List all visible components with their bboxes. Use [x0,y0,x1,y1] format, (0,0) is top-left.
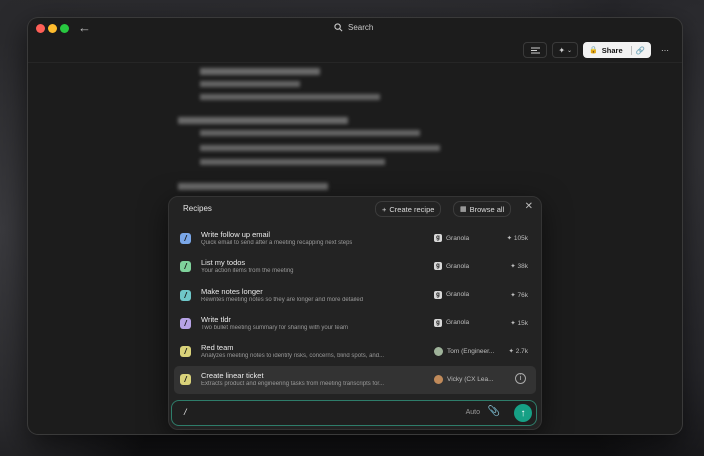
count-value: 76k [517,291,528,299]
recipe-title: Write follow up email [201,230,271,239]
recipe-usage-count: ✦ 105k [506,235,528,242]
grid-icon: ▦ [460,206,467,213]
granola-logo-icon: g [434,290,442,299]
blurred-note-line [200,145,440,151]
slash-command-icon: / [180,289,191,301]
toolbar: ✦ ⌄ 🔒 Share 🔗 ⋯ [523,42,674,58]
link-icon: 🔗 [630,45,645,55]
recipe-item[interactable]: / Red team Analyzes meeting notes to ide… [174,338,536,366]
recipe-owner: g Granola [434,262,470,271]
owner-name: Granola [446,291,470,299]
recipe-description: Your action items from the meeting [201,268,294,275]
count-value: 15k [517,319,528,327]
align-text-icon [530,47,540,53]
recipe-description: Quick email to send after a meeting reca… [201,240,353,246]
recipe-owner: g Granola [434,290,470,299]
recipe-usage-count: ✦ 2.7k [508,348,528,356]
blurred-note-line [178,183,328,190]
recipe-usage-count: ✦ 76k [510,291,528,299]
recipe-description: Two bullet meeting summary for sharing w… [201,324,349,331]
close-icon[interactable]: ✕ [525,201,533,212]
recipe-owner: Vicky (CX Lea... [434,375,494,385]
recipe-owner: Tom (Engineer... [434,347,495,357]
count-value: 38k [517,263,528,271]
model-selector[interactable]: Auto [466,409,480,416]
toolbar-divider [28,62,682,63]
arrow-up-icon: ↑ [520,407,526,419]
app-window: ← Search ✦ ⌄ 🔒 Share 🔗 ⋯ Recipes + Creat… [28,18,682,434]
owner-name: Granola [446,234,470,242]
recipe-item[interactable]: / Write tldr Two bullet meeting summary … [174,310,536,338]
recipe-list: / Write follow up email Quick email to s… [174,225,536,395]
create-recipe-label: Create recipe [389,204,435,214]
recipe-title: List my todos [201,258,246,268]
slash-command-icon: / [180,317,191,329]
close-window-button[interactable] [36,24,45,33]
minimize-window-button[interactable] [48,24,57,33]
recipe-item-selected[interactable]: / Create linear ticket Extracts product … [174,366,536,395]
search-icon [334,23,343,32]
search-box[interactable]: Search [334,23,373,32]
slash-command-icon: / [180,233,191,244]
recipe-usage-count: ✦ 15k [510,319,528,327]
recipe-usage-count: ✦ 38k [510,263,528,271]
granola-logo-icon: g [434,262,442,271]
blurred-note-line [200,130,420,136]
share-label: Share [601,45,623,55]
blurred-note-line [200,81,300,87]
recipes-panel: Recipes + Create recipe ▦ Browse all ✕ /… [168,196,542,430]
recipe-description: Extracts product and engineering tasks f… [201,381,385,388]
count-value: 2.7k [515,348,528,356]
count-value: 105k [513,235,528,242]
create-recipe-button[interactable]: + Create recipe [375,201,442,217]
plus-icon: + [382,204,387,214]
owner-name: Vicky (CX Lea... [447,376,494,384]
recipe-description: Analyzes meeting notes to identify risks… [201,353,385,360]
composer-text: / [184,407,187,417]
slash-command-icon: / [180,261,191,273]
browse-all-button[interactable]: ▦ Browse all [453,201,512,217]
recipe-title: Make notes longer [201,286,263,296]
owner-name: Tom (Engineer... [447,348,495,356]
recipe-item[interactable]: / Make notes longer Rewrites meeting not… [174,282,536,310]
owner-name: Granola [446,319,470,327]
more-options-button[interactable]: ⋯ [656,43,674,57]
recipe-title: Create linear ticket [201,371,264,381]
sparkle-icon: ✦ [558,45,566,55]
ai-sparkle-button[interactable]: ✦ ⌄ [552,42,579,58]
slash-command-icon: / [180,346,191,358]
info-icon[interactable]: i [515,373,526,385]
recipe-description: Rewrites meeting notes so they are longe… [201,296,364,303]
zoom-window-button[interactable] [60,24,69,33]
align-text-button[interactable] [523,42,548,58]
slash-command-icon: / [180,374,191,386]
granola-logo-icon: g [434,318,442,327]
recipe-title: Red team [201,343,234,353]
recipe-item[interactable]: / Write follow up email Quick email to s… [174,225,536,253]
recipe-owner: g Granola [434,318,470,327]
browse-all-label: Browse all [469,204,505,214]
arrow-left-icon[interactable]: ← [78,20,91,35]
lock-icon: 🔒 [589,47,598,54]
granola-logo-icon: g [434,234,442,242]
chevron-down-icon: ⌄ [567,47,573,54]
blurred-note-line [200,68,320,75]
share-button[interactable]: 🔒 Share 🔗 [583,42,651,58]
blurred-note-line [200,159,385,165]
more-icon: ⋯ [661,45,669,55]
composer-input[interactable]: / Auto 📎 ↑ [171,400,537,426]
blurred-note-line [178,117,348,124]
recipe-title: Write tldr [201,314,231,324]
recipe-owner: g Granola [434,234,469,242]
titlebar: ← Search [28,18,682,40]
avatar [434,375,443,385]
search-label: Search [348,23,374,32]
recipe-item[interactable]: / List my todos Your action items from t… [174,253,536,281]
avatar [434,347,443,357]
owner-name: Granola [446,262,470,270]
blurred-note-line [200,94,380,100]
recipes-title: Recipes [183,204,212,213]
paperclip-icon[interactable]: 📎 [488,406,500,417]
send-button[interactable]: ↑ [514,404,532,422]
